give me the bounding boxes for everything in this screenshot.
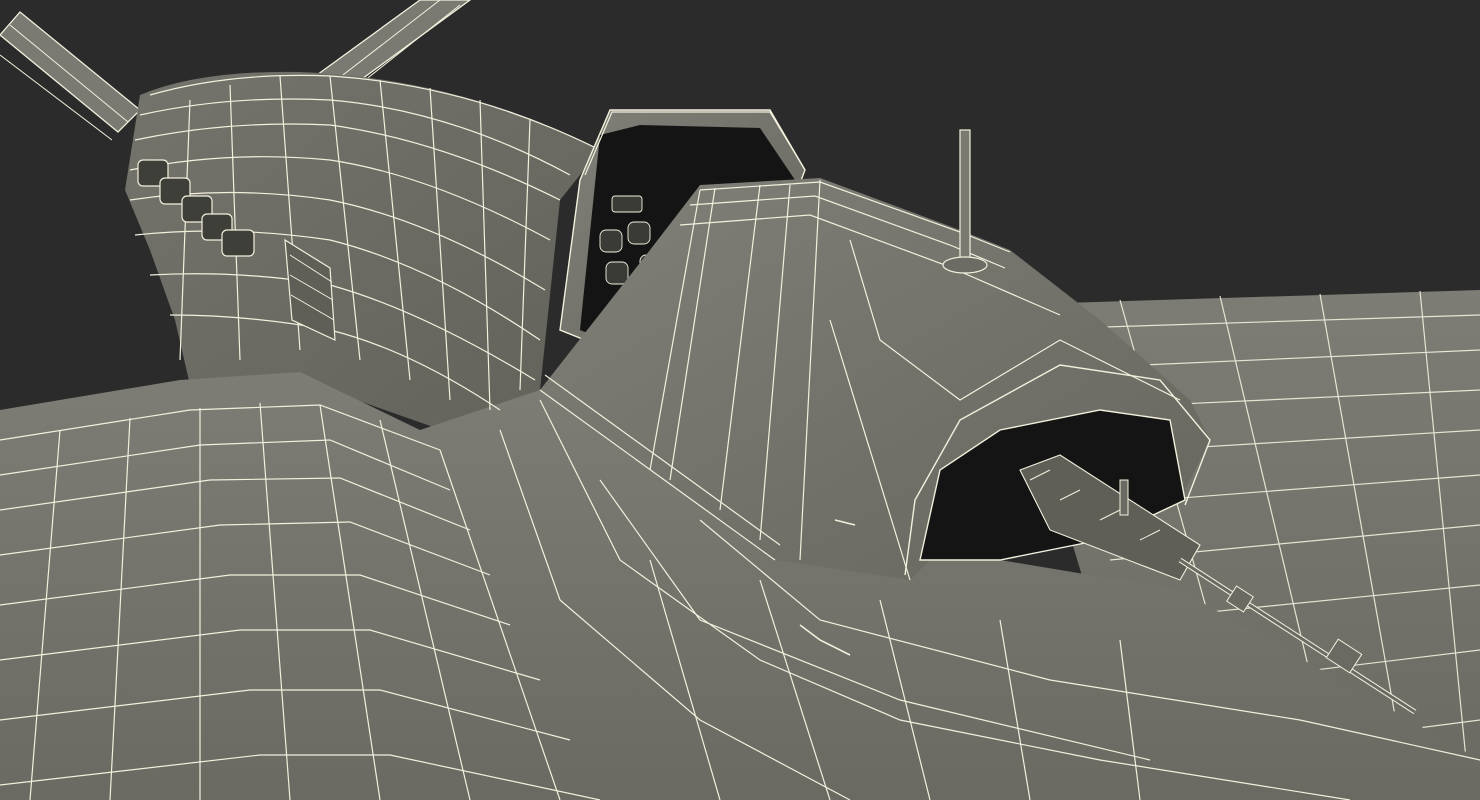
- aircraft-wireframe-scene: [0, 0, 1480, 800]
